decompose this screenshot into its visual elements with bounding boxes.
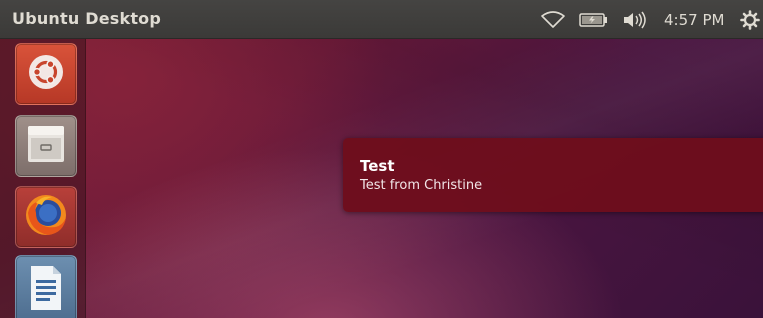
document-icon <box>25 262 67 318</box>
gear-icon[interactable] <box>740 9 760 31</box>
launcher-item-files[interactable] <box>15 115 77 177</box>
launcher-item-writer[interactable] <box>15 255 77 318</box>
launcher <box>0 39 86 318</box>
launcher-item-dash[interactable] <box>15 43 77 105</box>
file-cabinet-icon <box>24 122 68 170</box>
clock[interactable]: 4:57 PM <box>664 11 724 29</box>
battery-icon[interactable] <box>579 9 609 31</box>
ubuntu-logo-icon <box>26 52 66 96</box>
notification-bubble: Test Test from Christine <box>343 138 763 212</box>
desktop: Ubuntu Desktop 4:57 PM Test Test from Ch… <box>0 0 763 318</box>
panel-title: Ubuntu Desktop <box>12 9 162 28</box>
notification-body: Test from Christine <box>360 178 483 193</box>
volume-icon[interactable] <box>622 9 650 31</box>
top-panel: Ubuntu Desktop 4:57 PM <box>0 0 763 39</box>
launcher-item-firefox[interactable] <box>15 186 77 248</box>
firefox-icon <box>22 191 70 243</box>
notification-title: Test <box>360 157 395 175</box>
wifi-icon[interactable] <box>540 9 566 31</box>
